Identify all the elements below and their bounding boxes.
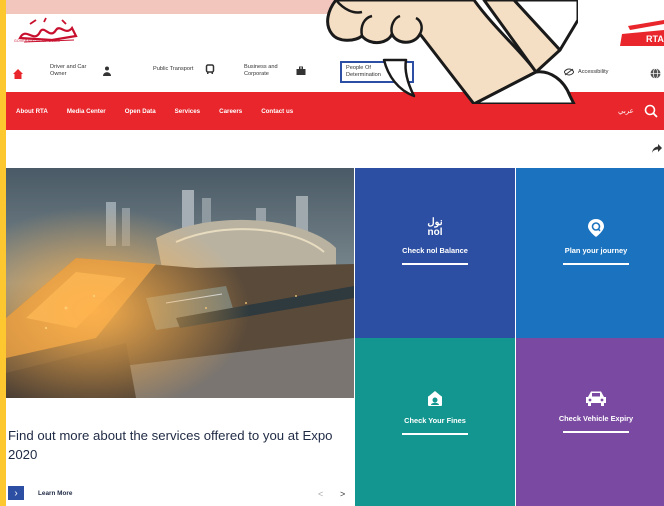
tile-divider (402, 433, 468, 435)
fine-icon (428, 391, 442, 406)
menu-item-services[interactable]: Services (175, 108, 200, 115)
globe-icon[interactable] (650, 68, 661, 79)
learn-more-link[interactable]: › Learn More (8, 486, 72, 500)
tile-label: Check Vehicle Expiry (558, 414, 634, 423)
home-icon[interactable] (12, 68, 24, 80)
briefcase-icon (296, 66, 306, 75)
carousel-next-icon[interactable]: > (340, 489, 345, 499)
rta-logo[interactable]: RTA (620, 20, 664, 46)
location-pin-icon (588, 219, 604, 237)
nav-business-label: Business and Corporate (244, 64, 278, 77)
nav-driver-label: Driver and Car Owner (50, 64, 87, 77)
menu-item-contact[interactable]: Contact us (261, 108, 293, 115)
driver-icon (103, 66, 111, 76)
tile-label: Plan your journey (564, 246, 628, 255)
share-icon[interactable] (652, 144, 662, 153)
carousel-prev-icon[interactable]: < (318, 489, 323, 499)
nav-transport-label: Public Transport (153, 65, 194, 72)
chevron-right-icon[interactable]: › (8, 486, 24, 500)
hero-headline: Find out more about the services offered… (8, 428, 333, 462)
expo-2020-hero-image[interactable] (6, 168, 354, 398)
bus-icon (205, 64, 215, 74)
menu-item-about[interactable]: About RTA (16, 108, 48, 115)
nav-public-transport[interactable]: Public Transport (153, 64, 215, 74)
logo-caption: GOVERNMENT OF DUBAI (14, 39, 61, 43)
tile-check-vehicle-expiry[interactable]: Check Vehicle Expiry (516, 338, 664, 506)
main-menu: About RTA Media Center Open Data Service… (16, 92, 312, 130)
tile-divider (563, 263, 629, 265)
nav-driver-car-owner[interactable]: Driver and Car Owner (50, 64, 112, 78)
nol-card-icon: نول nol (423, 218, 447, 238)
menu-item-media-center[interactable]: Media Center (67, 108, 106, 115)
tile-plan-your-journey[interactable]: Plan your journey (516, 168, 664, 338)
language-switch[interactable]: عربي (618, 107, 634, 115)
tile-divider (402, 263, 468, 265)
menu-item-open-data[interactable]: Open Data (125, 108, 156, 115)
rta-logo-text: RTA (646, 34, 664, 44)
menu-item-careers[interactable]: Careers (219, 108, 242, 115)
tile-check-nol-balance[interactable]: نول nol Check nol Balance (355, 168, 515, 338)
tile-divider (563, 431, 629, 433)
government-of-dubai-logo[interactable] (16, 14, 86, 50)
cartoon-hand-illustration (326, 0, 578, 104)
rta-homepage: GOVERNMENT OF DUBAI RTA Driver and Car O… (6, 0, 664, 506)
car-icon (586, 391, 606, 406)
tile-label: Check Your Fines (404, 416, 466, 425)
nol-icon-text: نول nol (427, 217, 443, 238)
nav-business-corporate[interactable]: Business and Corporate (244, 64, 306, 78)
tile-check-your-fines[interactable]: Check Your Fines (355, 338, 515, 506)
search-icon[interactable] (644, 104, 658, 118)
learn-more-label: Learn More (38, 489, 73, 497)
callout-bubble (6, 0, 348, 14)
tile-label: Check nol Balance (402, 246, 468, 255)
accessibility-label: Accessibility (578, 69, 609, 75)
